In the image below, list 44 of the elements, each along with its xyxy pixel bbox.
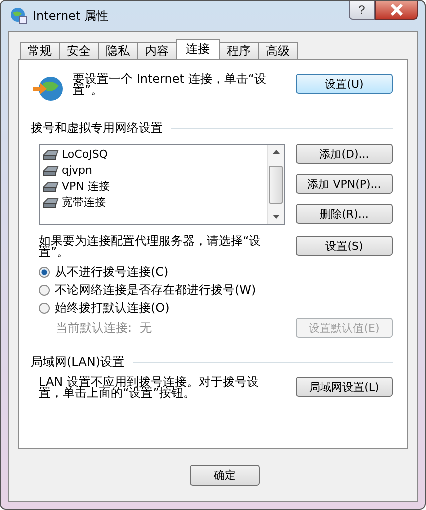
vpn-action-button[interactable]: 添加 VPN(P)...	[296, 174, 393, 194]
help-button[interactable]: ?	[349, 1, 375, 20]
default-connection-value: 无	[140, 320, 152, 336]
globe-icon	[31, 74, 65, 104]
radio-label: 从不进行拨号连接(C)	[55, 264, 169, 281]
modem-icon	[43, 180, 59, 192]
tab[interactable]: 安全	[59, 42, 99, 59]
setup-button[interactable]: 设置(U)	[296, 74, 393, 94]
modem-icon	[43, 196, 59, 208]
modem-icon	[43, 164, 59, 176]
tab[interactable]: 程序	[219, 42, 259, 59]
connection-item[interactable]: 宽带连接	[62, 194, 106, 210]
lan-settings-button[interactable]: 局域网设置(L)	[296, 377, 393, 397]
radio-button[interactable]	[39, 267, 50, 278]
vpn-action-button[interactable]: 添加(D)...	[296, 144, 393, 164]
tab[interactable]: 连接	[176, 39, 220, 59]
modem-icon	[43, 148, 59, 160]
connection-list[interactable]: LoCoJSQ qjvpn VPN 连接 宽带连接	[39, 144, 285, 225]
default-connection-label: 当前默认连接:	[56, 320, 132, 336]
tab[interactable]: 高级	[258, 42, 298, 59]
lan-text: LAN 设置不应用到拨号连接。对于拨号设置，单击上面的“设置”按钮。	[39, 377, 260, 399]
scroll-thumb[interactable]	[269, 166, 283, 204]
radio-button[interactable]	[39, 285, 50, 296]
close-icon	[390, 4, 404, 16]
tab[interactable]: 内容	[137, 42, 177, 59]
connection-item[interactable]: qjvpn	[62, 164, 93, 176]
tab[interactable]: 隐私	[98, 42, 138, 59]
radio-button[interactable]	[39, 303, 50, 314]
proxy-settings-button[interactable]: 设置(S)	[296, 236, 393, 256]
vpn-action-button[interactable]: 删除(R)...	[296, 204, 393, 224]
ok-button[interactable]: 确定	[190, 464, 260, 486]
window-title: Internet 属性	[33, 8, 108, 24]
proxy-text: 如果要为连接配置代理服务器，请选择“设置”。	[39, 236, 262, 258]
radio-label: 不论网络连接是否存在都进行拨号(W)	[55, 282, 256, 299]
connection-item[interactable]: VPN 连接	[62, 178, 110, 194]
section-heading: 拨号和虚拟专用网络设置	[31, 120, 163, 137]
section-heading: 局域网(LAN)设置	[31, 354, 125, 371]
radio-label: 始终拨打默认连接(O)	[55, 300, 170, 317]
setup-text: 要设置一个 Internet 连接，单击“设置”。	[73, 74, 268, 96]
scrollbar[interactable]	[267, 145, 284, 224]
connection-item[interactable]: LoCoJSQ	[62, 148, 108, 160]
tab[interactable]: 常规	[20, 42, 60, 59]
close-button[interactable]	[375, 1, 418, 20]
globe-icon	[10, 7, 28, 25]
